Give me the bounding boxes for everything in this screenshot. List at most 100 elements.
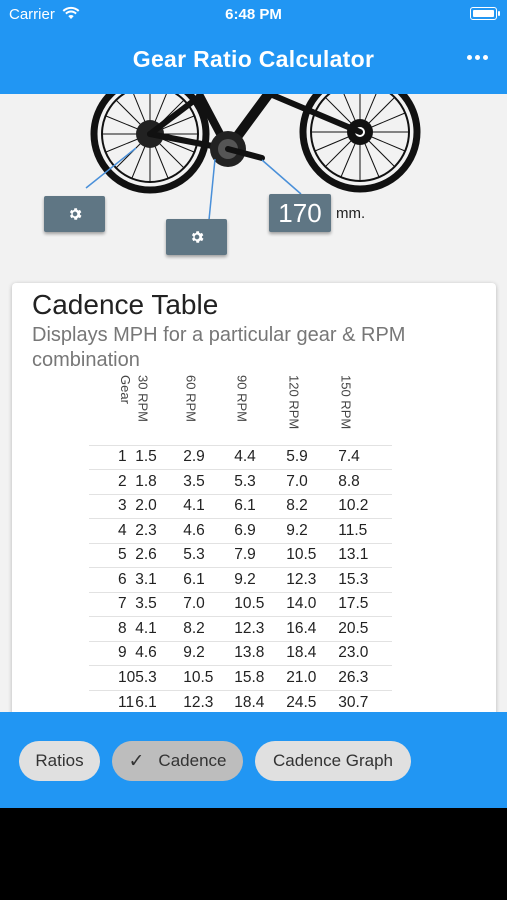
mph-cell: 5.3 [183,542,235,568]
mph-cell: 5.3 [234,469,287,494]
table-row: 9 4.6 9.2 13.8 18.4 23.0 [89,640,393,666]
gear-cell: 10 [89,665,136,690]
mph-cell: 5.3 [135,665,184,690]
more-menu-icon[interactable] [467,53,489,63]
column-header: 30 RPM [135,375,151,422]
gear-icon [191,231,203,243]
mph-cell: 2.6 [135,542,184,568]
crank-length-button[interactable]: 170 [269,194,331,232]
mph-cell: 20.5 [338,616,393,641]
gear-cell: 5 [89,542,136,568]
mph-cell: 12.3 [183,689,235,715]
mph-cell: 13.8 [234,640,287,666]
mph-cell: 2.0 [135,493,184,519]
mph-cell: 4.1 [183,493,235,519]
card-subtitle: Displays MPH for a particular gear & RPM… [32,324,406,371]
mph-cell: 8.2 [183,616,235,641]
mph-cell: 17.5 [338,591,393,617]
clock: 6:48 PM [225,6,282,23]
mph-cell: 4.1 [135,616,184,641]
table-row: 11 6.1 12.3 18.4 24.5 30.7 [89,689,393,715]
mph-cell: 4.6 [135,640,184,666]
mph-cell: 18.4 [286,640,339,666]
mph-cell: 10.5 [234,591,287,617]
mph-cell: 6.9 [234,518,287,543]
tab-cadence[interactable]: ✓ Cadence [112,741,243,781]
tab-cadence-graph[interactable]: Cadence Graph [255,741,411,781]
mph-cell: 10.5 [286,542,339,568]
mph-cell: 21.0 [286,665,339,690]
gear-cell: 6 [89,567,136,592]
mph-cell: 13.1 [338,542,393,568]
gear-cell: 7 [89,591,136,617]
tab-ratios[interactable]: Ratios [19,741,100,781]
card-title: Cadence Table [32,289,219,320]
mph-cell: 15.3 [338,567,393,592]
crank-length-value: 170 [278,197,322,228]
tab-label: Cadence Graph [272,751,394,770]
mph-cell: 4.4 [234,444,287,470]
column-header: 150 RPM [338,375,354,430]
table-row: 4 2.3 4.6 6.9 9.2 11.5 [89,518,393,543]
mph-cell: 15.8 [234,665,287,690]
cassette-settings-button[interactable] [44,196,105,232]
table-row: 1 1.5 2.9 4.4 5.9 7.4 [89,444,393,470]
gear-cell: 8 [89,616,136,641]
column-header: Gear [118,375,133,404]
mph-cell: 6.1 [234,493,287,519]
mph-cell: 3.1 [135,567,184,592]
mph-cell: 11.5 [338,518,393,543]
app-bar: Carrier 6:48 PM Gear Ratio Calculator [0,0,507,94]
table-header-row: Gear 30 RPM 60 RPM 90 RPM 120 RPM 150 RP… [89,375,392,445]
mph-cell: 30.7 [338,689,393,715]
table-row: 6 3.1 6.1 9.2 12.3 15.3 [89,567,393,592]
column-header: 60 RPM [183,375,199,422]
mph-cell: 3.5 [183,469,235,494]
mph-cell: 1.5 [135,444,184,470]
crank-length-unit: mm. [336,205,366,222]
mph-cell: 10.5 [183,665,235,690]
mph-cell: 14.0 [286,591,339,617]
mph-cell: 16.4 [286,616,339,641]
gear-cell: 2 [89,469,136,494]
table-row: 10 5.3 10.5 15.8 21.0 26.3 [89,665,393,690]
mph-cell: 26.3 [338,665,393,690]
mph-cell: 2.9 [183,444,235,470]
bottom-tab-bar: Ratios ✓ Cadence Cadence Graph [0,712,507,808]
gear-cell: 1 [89,444,136,470]
mph-cell: 9.2 [183,640,235,666]
cadence-table-card: Cadence Table Displays MPH for a particu… [12,283,496,723]
bike-illustration [85,94,421,221]
mph-cell: 7.0 [286,469,339,494]
mph-cell: 6.1 [135,689,184,715]
mph-cell: 9.2 [234,567,287,592]
mph-cell: 10.2 [338,493,393,519]
tab-label: Ratios [35,751,84,770]
table-row: 5 2.6 5.3 7.9 10.5 13.1 [89,542,393,568]
mph-cell: 1.8 [135,469,184,494]
gear-icon [69,208,81,220]
page-title: Gear Ratio Calculator [132,46,375,72]
mph-cell: 18.4 [234,689,287,715]
table-row: 7 3.5 7.0 10.5 14.0 17.5 [89,591,393,617]
table-row: 2 1.8 3.5 5.3 7.0 8.8 [89,469,393,494]
chainring-settings-button[interactable] [166,219,227,255]
tab-label: Cadence [158,751,227,770]
mph-cell: 4.6 [183,518,235,543]
mph-cell: 12.3 [234,616,287,641]
gear-cell: 11 [89,689,136,715]
table-row: 3 2.0 4.1 6.1 8.2 10.2 [89,493,393,519]
gear-cell: 3 [89,493,136,519]
mph-cell: 7.4 [338,444,393,470]
mph-cell: 24.5 [286,689,339,715]
mph-cell: 3.5 [135,591,184,617]
mph-cell: 12.3 [286,567,339,592]
cadence-table: Gear 30 RPM 60 RPM 90 RPM 120 RPM 150 RP… [89,375,393,715]
column-header: 90 RPM [234,375,250,422]
gear-cell: 9 [89,640,136,666]
mph-cell: 9.2 [286,518,339,543]
mph-cell: 23.0 [338,640,393,666]
mph-cell: 6.1 [183,567,235,592]
mph-cell: 5.9 [286,444,339,470]
gear-cell: 4 [89,518,136,543]
